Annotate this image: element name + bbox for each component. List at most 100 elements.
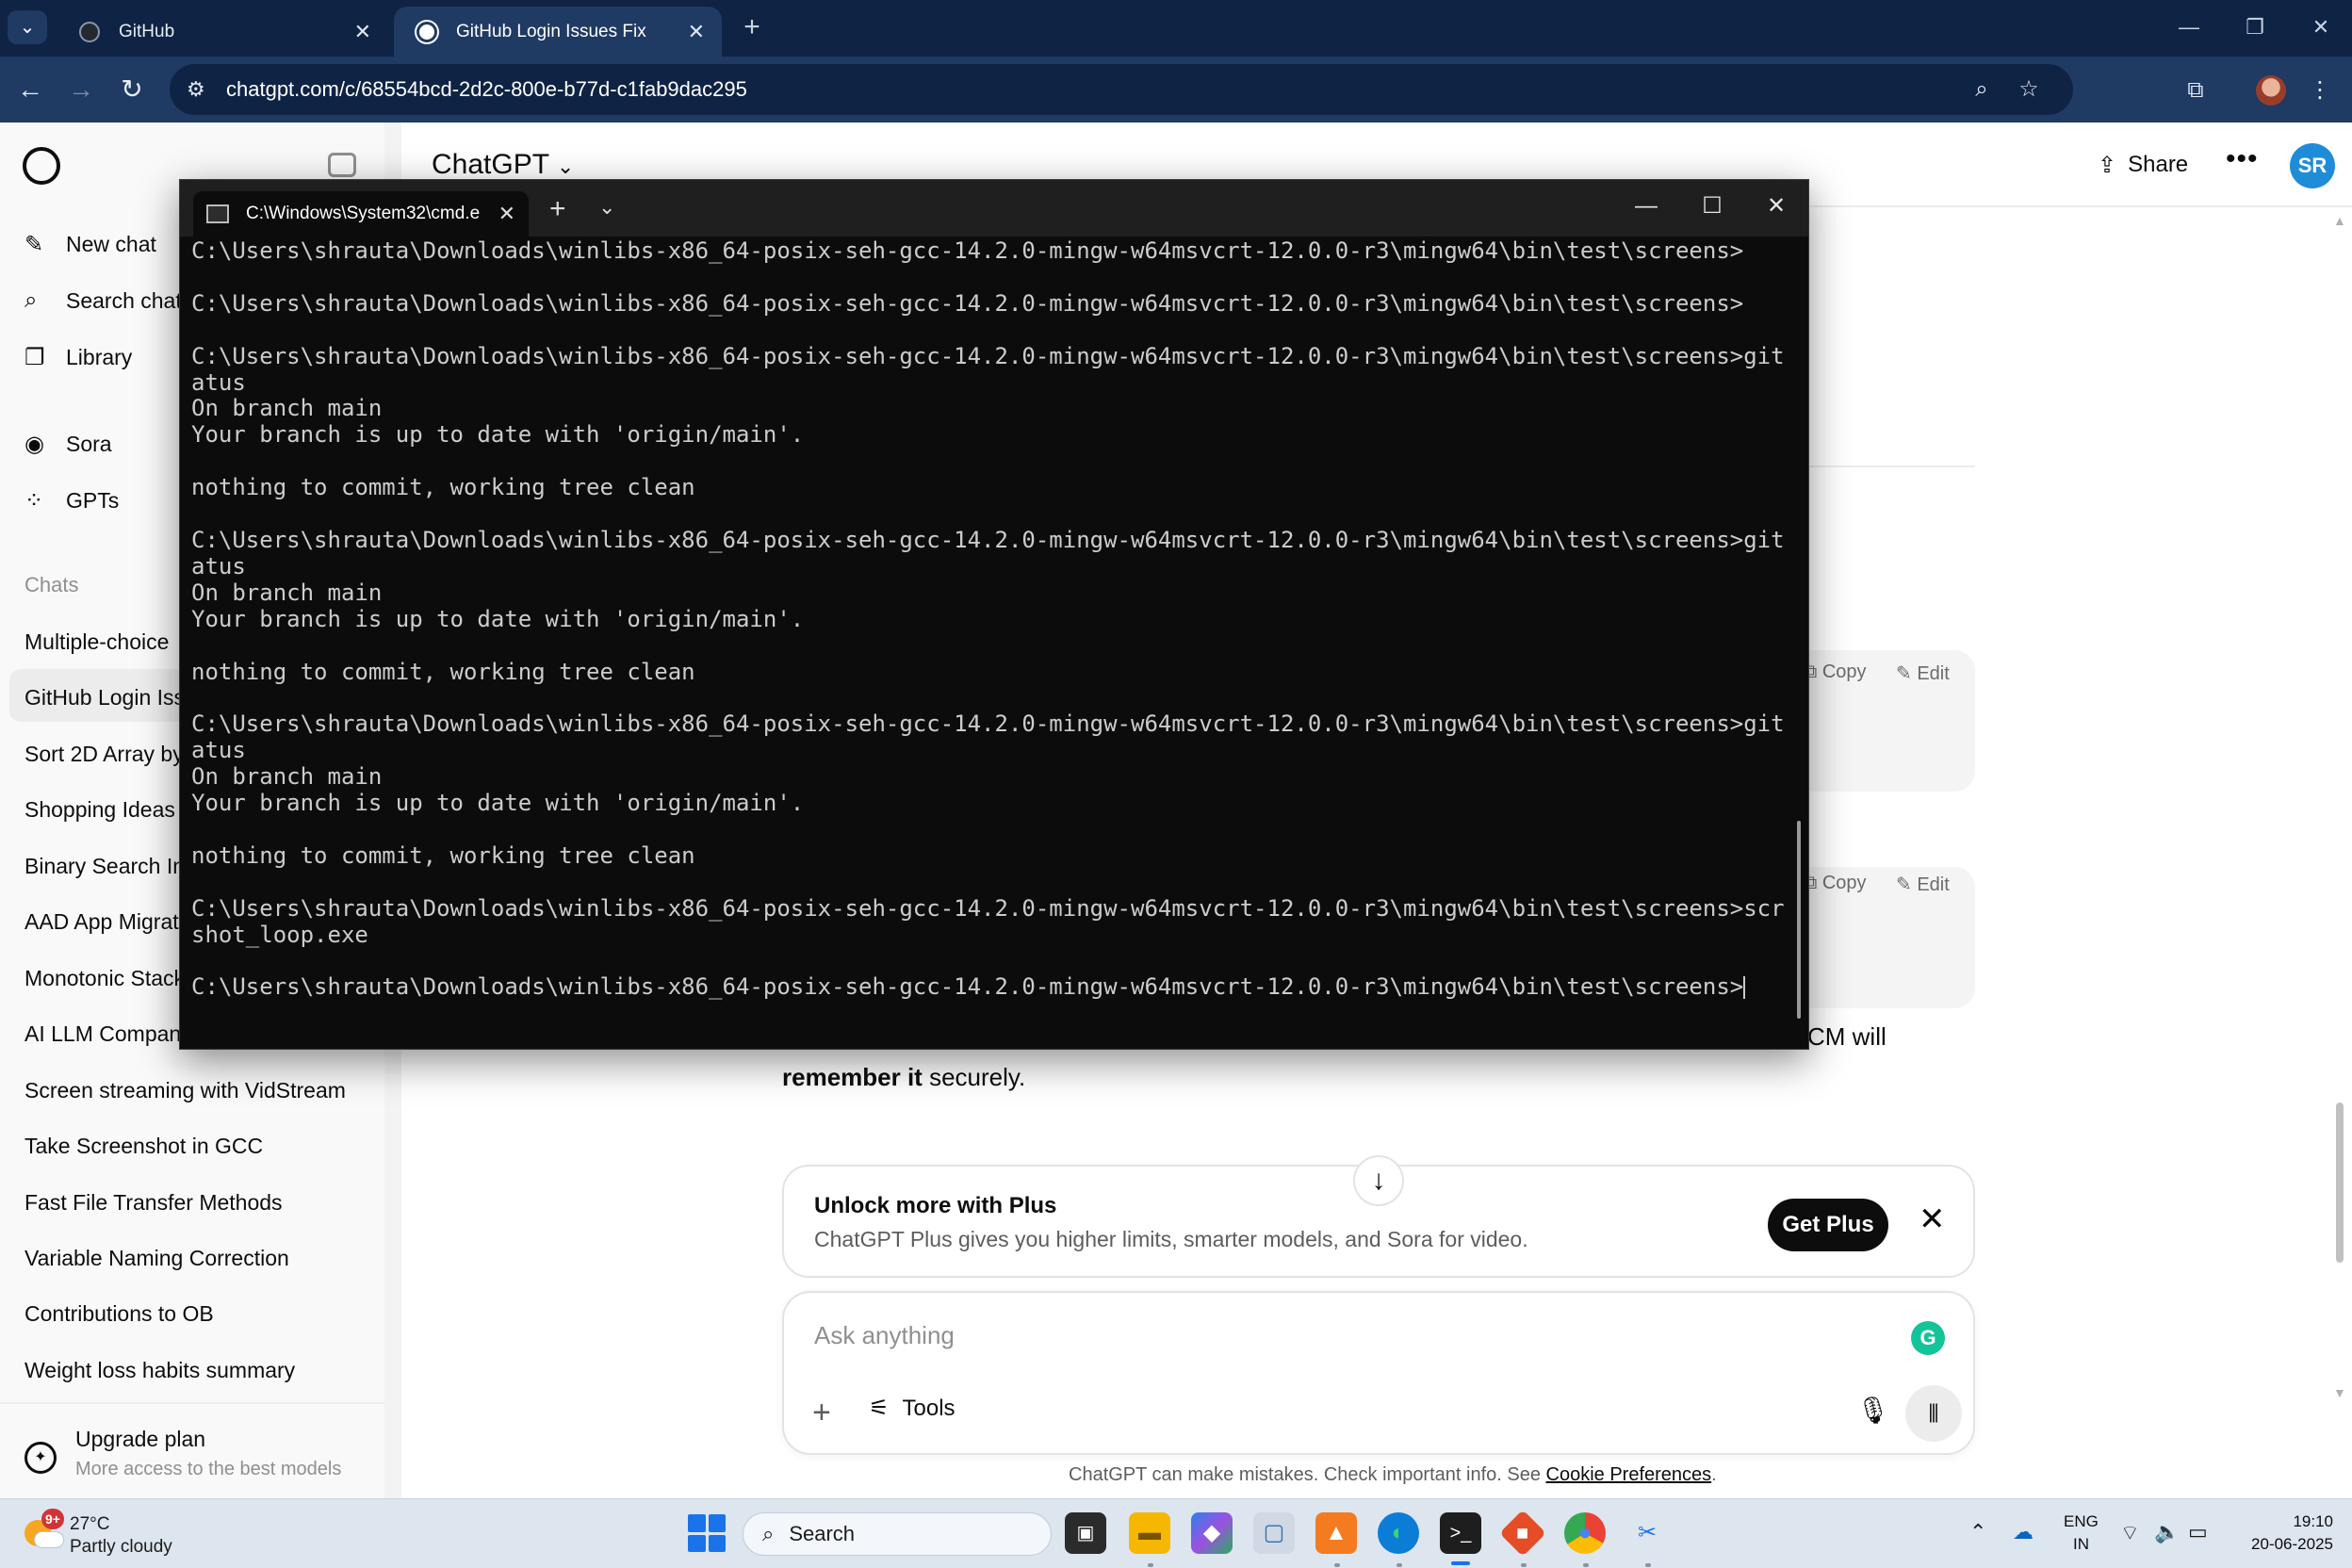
- chat-list-item[interactable]: Contributions to OB: [24, 1301, 214, 1327]
- chat-list-item[interactable]: Shopping Ideas: [24, 797, 175, 823]
- file-explorer-icon[interactable]: ▬: [1129, 1512, 1170, 1554]
- chat-list-item[interactable]: Binary Search Im: [24, 854, 190, 879]
- upgrade-plan-button[interactable]: Upgrade plan: [75, 1427, 205, 1452]
- scroll-down-arrow-icon[interactable]: ▼: [2333, 1385, 2346, 1400]
- cookie-preferences-link[interactable]: Cookie Preferences: [1546, 1464, 1712, 1485]
- snipping-tool-icon[interactable]: ✂: [1626, 1512, 1668, 1554]
- terminal-app-icon[interactable]: >_: [1440, 1512, 1481, 1565]
- onedrive-cloud-icon[interactable]: ☁: [2013, 1520, 2034, 1544]
- forward-button[interactable]: →: [62, 72, 100, 109]
- weather-condition[interactable]: Partly cloudy: [70, 1537, 172, 1558]
- close-tab-icon[interactable]: ✕: [498, 202, 515, 226]
- get-plus-button[interactable]: Get Plus: [1768, 1199, 1888, 1251]
- microphone-icon[interactable]: 🎙: [1856, 1395, 1890, 1426]
- voice-mode-icon[interactable]: ⦀: [1905, 1385, 1962, 1442]
- tools-button[interactable]: ⚟ Tools: [869, 1395, 956, 1422]
- scrollbar-thumb[interactable]: [2336, 1102, 2344, 1263]
- new-terminal-tab-button[interactable]: +: [549, 193, 566, 225]
- disclaimer-end: .: [1711, 1464, 1717, 1485]
- browser-menu-icon[interactable]: ⋮: [2299, 70, 2341, 111]
- browser-profile-avatar[interactable]: [2256, 75, 2286, 106]
- weather-temperature[interactable]: 27°C: [70, 1514, 109, 1535]
- close-icon[interactable]: ✕: [1919, 1200, 1946, 1238]
- show-hidden-icons-chevron-icon[interactable]: ⌃: [1969, 1520, 1986, 1544]
- chat-list-item[interactable]: Sort 2D Array by: [24, 742, 184, 767]
- back-button[interactable]: ←: [11, 72, 49, 109]
- chevron-down-icon[interactable]: ⌄: [598, 195, 615, 220]
- terminal-titlebar[interactable]: C:\Windows\System32\cmd.e ✕ + ⌄ — ☐ ✕: [180, 180, 1808, 237]
- tab-github-login-issues-fix[interactable]: GitHub Login Issues Fix ✕: [394, 7, 722, 57]
- close-window-button[interactable]: ✕: [2288, 0, 2352, 57]
- chat-list-item[interactable]: GitHub Login Iss: [24, 685, 185, 710]
- chat-list-item[interactable]: Weight loss habits summary: [24, 1358, 295, 1383]
- terminal-scrollbar[interactable]: [1797, 821, 1801, 1019]
- scroll-up-arrow-icon[interactable]: ▲: [2333, 213, 2346, 228]
- minimize-window-button[interactable]: —: [2156, 0, 2222, 57]
- terminal-output[interactable]: C:\Users\shrauta\Downloads\winlibs-x86_6…: [191, 238, 1784, 1041]
- terminal-minimize-button[interactable]: —: [1618, 188, 1674, 225]
- sidebar-toggle-icon[interactable]: [328, 153, 356, 177]
- chat-list-item[interactable]: Variable Naming Correction: [24, 1246, 289, 1271]
- battery-icon[interactable]: ▭: [2188, 1520, 2208, 1544]
- chat-composer[interactable]: Ask anything G + ⚟ Tools 🎙 ⦀: [782, 1291, 1975, 1455]
- sidebar-item-gpts[interactable]: ⁘ GPTs: [24, 479, 119, 522]
- tab-github[interactable]: GitHub ✕: [57, 7, 388, 57]
- terminal-maximize-button[interactable]: ☐: [1684, 188, 1740, 225]
- terminal-tab[interactable]: C:\Windows\System32\cmd.e ✕: [193, 191, 529, 237]
- orange-app-icon[interactable]: ▲: [1315, 1512, 1357, 1554]
- grammarly-icon[interactable]: G: [1911, 1321, 1945, 1355]
- sidebar-item-search-chats[interactable]: ⌕ Search chats: [24, 279, 192, 322]
- start-button[interactable]: [688, 1514, 726, 1552]
- edit-message-button[interactable]: ✎ Edit: [1896, 662, 1950, 685]
- chat-list-item[interactable]: Fast File Transfer Methods: [24, 1190, 283, 1216]
- model-selector[interactable]: ChatGPT ⌄: [432, 149, 574, 181]
- cloud-icon: [34, 1531, 64, 1548]
- chat-list-item[interactable]: AAD App Migrat: [24, 909, 179, 935]
- copy-message-button[interactable]: ⧉ Copy: [1804, 873, 1867, 894]
- bookmark-star-icon[interactable]: ☆: [2007, 64, 2050, 115]
- share-button[interactable]: ⇪ Share: [2098, 143, 2188, 187]
- zoom-icon[interactable]: ⌕: [1960, 64, 2003, 115]
- restore-window-button[interactable]: ❐: [2222, 0, 2288, 57]
- openai-logo-icon[interactable]: [23, 147, 60, 185]
- chat-list-item[interactable]: Multiple-choice: [24, 629, 169, 655]
- copy-message-button[interactable]: ⧉ Copy: [1804, 662, 1867, 683]
- address-bar[interactable]: ⚙ chatgpt.com/c/68554bcd-2d2c-800e-b77d-…: [170, 64, 2073, 115]
- sidebar-item-sora[interactable]: ◉ Sora: [24, 422, 112, 466]
- more-options-icon[interactable]: •••: [2226, 143, 2259, 175]
- edit-message-button[interactable]: ✎ Edit: [1896, 873, 1950, 896]
- close-tab-icon[interactable]: ✕: [354, 20, 371, 44]
- main-scrollbar[interactable]: ▲ ▼: [2331, 207, 2352, 1404]
- scroll-to-bottom-button[interactable]: ↓: [1353, 1155, 1404, 1206]
- prompt-input[interactable]: Ask anything: [814, 1321, 955, 1350]
- wifi-icon[interactable]: ⌔: [2120, 1520, 2140, 1546]
- extensions-icon[interactable]: ⧉: [2175, 70, 2216, 111]
- input-locale[interactable]: IN: [2073, 1535, 2089, 1554]
- model-name: ChatGPT: [432, 149, 549, 180]
- new-tab-button[interactable]: +: [735, 11, 769, 45]
- chrome-icon[interactable]: ●: [1564, 1512, 1606, 1554]
- volume-icon[interactable]: 🔈: [2154, 1520, 2180, 1544]
- reload-button[interactable]: ↻: [113, 72, 151, 109]
- add-attachment-icon[interactable]: +: [812, 1395, 831, 1431]
- chat-list-item[interactable]: Screen streaming with VidStream: [24, 1078, 346, 1103]
- language-indicator[interactable]: ENG: [2064, 1512, 2099, 1531]
- site-info-icon[interactable]: ⚙: [187, 77, 213, 102]
- clock-date[interactable]: 20-06-2025: [2235, 1535, 2333, 1554]
- clock-time[interactable]: 19:10: [2258, 1512, 2333, 1531]
- edge-browser-icon[interactable]: ◐: [1378, 1512, 1419, 1554]
- sidebar-item-library[interactable]: ❐ Library: [24, 335, 132, 379]
- taskbar-search[interactable]: ⌕ Search: [743, 1512, 1052, 1556]
- tab-search-dropdown[interactable]: ⌄: [8, 10, 47, 44]
- terminal-close-button[interactable]: ✕: [1748, 188, 1805, 225]
- task-view-icon[interactable]: ▣: [1065, 1512, 1106, 1554]
- close-tab-icon[interactable]: ✕: [688, 20, 705, 44]
- sidebar-item-new-chat[interactable]: ✎ New chat: [24, 222, 156, 266]
- chat-list-item[interactable]: AI LLM Compan: [24, 1021, 181, 1047]
- chat-list-item[interactable]: Take Screenshot in GCC: [24, 1134, 263, 1159]
- avatar[interactable]: SR: [2290, 143, 2335, 188]
- chat-list-item[interactable]: Monotonic Stack: [24, 966, 185, 991]
- window-app-icon[interactable]: ▢: [1253, 1512, 1295, 1554]
- git-icon[interactable]: ◆: [1499, 1510, 1546, 1557]
- microsoft-365-icon[interactable]: ◆: [1191, 1512, 1233, 1554]
